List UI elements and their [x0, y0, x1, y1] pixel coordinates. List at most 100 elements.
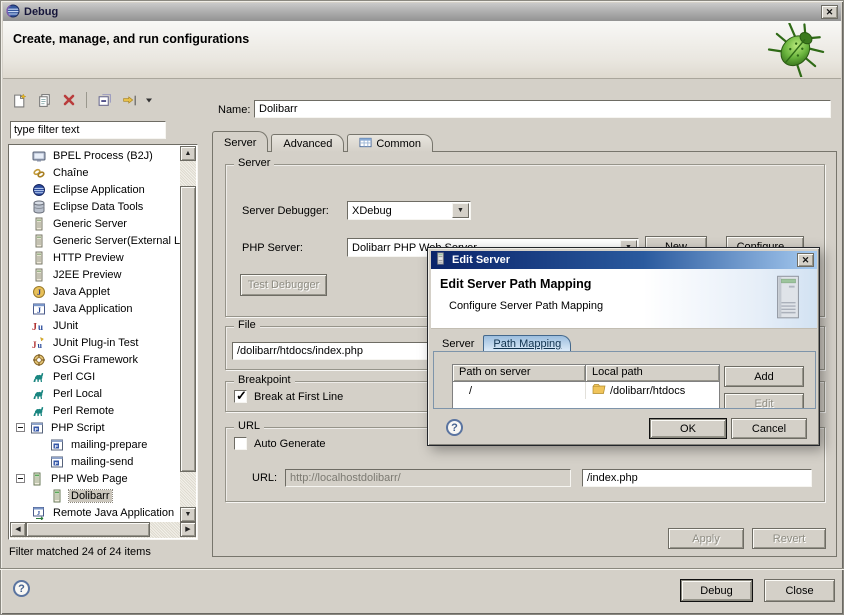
tree-item[interactable]: Chaîne — [10, 164, 180, 181]
window-title: Debug — [24, 6, 58, 18]
tab-common[interactable]: Common — [347, 134, 433, 152]
tree-item[interactable]: HTTP Preview — [10, 249, 180, 266]
column-header-path-on-server[interactable]: Path on server — [453, 365, 586, 382]
tree-item-label: mailing-prepare — [69, 439, 149, 451]
filter-configs-icon[interactable] — [118, 90, 140, 110]
tab-server[interactable]: Server — [212, 131, 268, 152]
scroll-up-icon[interactable] — [180, 146, 196, 161]
scroll-right-icon[interactable] — [180, 522, 196, 537]
tree-item[interactable]: PHP Web Page — [10, 470, 180, 487]
edit-server-dialog: Edit Server Edit Server Path Mapping Con… — [427, 247, 820, 446]
tree-item[interactable]: JuJUnit Plug-in Test — [10, 334, 180, 351]
window-close-button[interactable] — [821, 5, 838, 19]
chevron-down-icon[interactable] — [452, 203, 469, 218]
perl-camel-icon — [32, 370, 47, 384]
auto-generate-label: Auto Generate — [254, 438, 326, 450]
footer-separator — [0, 568, 844, 570]
add-mapping-button[interactable]: Add — [724, 366, 804, 387]
tree-vertical-scrollbar[interactable] — [180, 146, 196, 522]
tree-item[interactable]: Generic Server — [10, 215, 180, 232]
tree-item-label: OSGi Framework — [51, 354, 140, 366]
test-debugger-button[interactable]: Test Debugger — [240, 274, 327, 296]
name-input[interactable] — [254, 100, 831, 118]
tab-advanced[interactable]: Advanced — [271, 134, 344, 152]
tree-item-label: PHP Web Page — [49, 473, 130, 485]
tree-item[interactable]: Eclipse Data Tools — [10, 198, 180, 215]
ok-button[interactable]: OK — [649, 418, 727, 439]
tree-item[interactable]: Perl CGI — [10, 368, 180, 385]
new-config-icon[interactable] — [8, 90, 30, 110]
tree-item[interactable]: JJava Applet — [10, 283, 180, 300]
help-button[interactable] — [13, 580, 30, 597]
dialog-tab-path-mapping[interactable]: Path Mapping — [483, 335, 571, 351]
tree-item[interactable]: JRemote Java Application — [10, 504, 180, 521]
collapse-all-icon[interactable] — [93, 90, 115, 110]
auto-generate-checkbox[interactable] — [234, 437, 247, 450]
tree-item-label: Dolibarr — [69, 490, 112, 502]
dialog-tab-server[interactable]: Server — [433, 336, 483, 351]
svg-text:J: J — [37, 306, 41, 315]
url-path-input[interactable] — [582, 469, 812, 487]
left-toolbar — [8, 88, 155, 112]
break-first-line-checkbox[interactable] — [234, 390, 247, 403]
dialog-subheading: Configure Server Path Mapping — [449, 300, 603, 312]
tree-item[interactable]: JuJUnit — [10, 317, 180, 334]
tree-horizontal-scrollbar[interactable] — [10, 522, 196, 538]
server-debugger-select[interactable]: XDebug — [347, 201, 471, 220]
tree-item-label: Perl CGI — [51, 371, 97, 383]
tree-item[interactable]: OSGi Framework — [10, 351, 180, 368]
dialog-tabs: Server Path Mapping — [433, 332, 816, 351]
tree-item[interactable]: Eclipse Application — [10, 181, 180, 198]
php-server-label: PHP Server: — [242, 242, 303, 254]
tree-item-label: Remote Java Application — [51, 507, 176, 519]
filter-status: Filter matched 24 of 24 items — [9, 546, 151, 558]
close-button[interactable]: Close — [764, 579, 835, 602]
dialog-titlebar: Edit Server — [431, 251, 817, 269]
tree-item[interactable]: BPEL Process (B2J) — [10, 147, 180, 164]
file-group-title: File — [234, 319, 260, 331]
edit-mapping-button[interactable]: Edit — [724, 393, 804, 409]
tree-item[interactable]: Perl Local — [10, 385, 180, 402]
filter-input[interactable] — [10, 121, 166, 139]
break-first-line-label: Break at First Line — [254, 391, 343, 403]
tree-item[interactable]: Dolibarr — [10, 487, 180, 504]
tree-item[interactable]: Pmailing-send — [10, 453, 180, 470]
eclipse-sphere-icon — [32, 183, 47, 197]
tree-item[interactable]: Pmailing-prepare — [10, 436, 180, 453]
java-app-icon: J — [32, 302, 47, 316]
scroll-down-icon[interactable] — [180, 507, 196, 522]
tree-item[interactable]: Perl Remote — [10, 402, 180, 419]
tree-item[interactable]: J2EE Preview — [10, 266, 180, 283]
header-banner: Create, manage, and run configurations — [3, 21, 841, 79]
tree-item[interactable]: Generic Server(External La — [10, 232, 180, 249]
duplicate-config-icon[interactable] — [33, 90, 55, 110]
cancel-button[interactable]: Cancel — [731, 418, 807, 439]
tree-item-label: Java Application — [51, 303, 135, 315]
php-web-icon — [50, 489, 65, 503]
local-path-text: /dolibarr/htdocs — [610, 385, 685, 397]
collapse-expander-icon[interactable] — [16, 474, 25, 483]
collapse-expander-icon[interactable] — [16, 423, 25, 432]
tree-item-label: PHP Script — [49, 422, 107, 434]
table-row[interactable]: / /dolibarr/htdocs — [453, 382, 719, 399]
scroll-left-icon[interactable] — [10, 522, 26, 537]
menu-dropdown-icon[interactable] — [143, 90, 155, 110]
revert-button[interactable]: Revert — [752, 528, 826, 549]
server-debugger-value: XDebug — [348, 205, 451, 217]
tree-item[interactable]: J Java Application — [10, 300, 180, 317]
tree-item[interactable]: PPHP Script — [10, 419, 180, 436]
debug-button[interactable]: Debug — [680, 579, 753, 602]
dialog-close-button[interactable] — [797, 253, 814, 267]
delete-config-icon[interactable] — [58, 90, 80, 110]
vertical-scroll-thumb[interactable] — [180, 186, 196, 472]
tree-item-label: Chaîne — [51, 167, 90, 179]
svg-text:J: J — [32, 322, 37, 333]
apply-button[interactable]: Apply — [668, 528, 744, 549]
svg-text:J: J — [37, 288, 41, 297]
tree-item-label: Generic Server — [51, 218, 129, 230]
table-empty-area — [453, 399, 719, 409]
horizontal-scroll-thumb[interactable] — [26, 522, 150, 537]
column-header-local-path[interactable]: Local path — [586, 365, 719, 382]
dialog-help-button[interactable] — [446, 419, 463, 436]
table-header-row: Path on server Local path — [453, 365, 719, 382]
